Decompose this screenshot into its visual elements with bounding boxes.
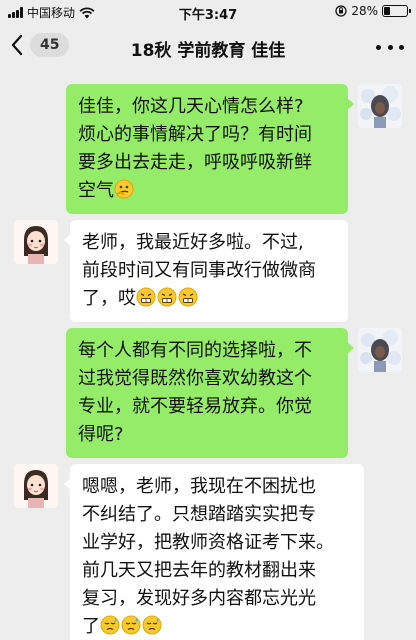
message-bubble[interactable]: 每个人都有不同的选择啦，不 过我觉得既然你喜欢幼教这个 专业，就不要轻易放弃。你… — [66, 328, 354, 458]
message-line: 专业，就不要轻易放弃。你觉 — [78, 396, 312, 417]
rotation-lock-icon — [335, 5, 347, 17]
student-avatar-image — [14, 220, 58, 264]
battery-icon — [382, 5, 411, 17]
battery-level — [384, 7, 391, 15]
message-line: 得呢? — [78, 424, 124, 445]
message-bubble[interactable]: 佳佳，你这几天心情怎么样? 烦心的事情解决了吗？有时间 要多出去走走，呼吸呼吸新… — [66, 84, 354, 214]
nav-bar: 45 18秋 学前教育 佳佳 — [0, 24, 416, 70]
message-line: 了 — [82, 616, 100, 637]
message-bubble[interactable]: 嗯嗯，老师，我现在不困扰也 不纠结了。只想踏踏实实把专 业学好，把教师资格证考下… — [64, 464, 364, 640]
message-line: 嗯嗯，老师，我现在不困扰也 — [82, 476, 316, 497]
chat-title: 18秋 学前教育 佳佳 — [130, 41, 286, 61]
thinking-emoji-icon — [114, 179, 134, 199]
more-options-button[interactable] — [376, 38, 404, 56]
message-line: 老师，我最近好多啦。不过, — [82, 232, 304, 253]
message-bubble[interactable]: 老师，我最近好多啦。不过, 前段时间又有同事改行做微商 了，哎 — [64, 220, 348, 322]
sweat-emoji-icon — [100, 615, 120, 635]
teacher-avatar[interactable] — [358, 328, 402, 372]
message-list[interactable]: 佳佳，你这几天心情怎么样? 烦心的事情解决了吗？有时间 要多出去走走，呼吸呼吸新… — [0, 70, 416, 640]
status-right: 28% — [335, 4, 411, 18]
message-line: 要多出去走走，呼吸呼吸新鲜 — [78, 152, 312, 173]
message-line: 佳佳，你这几天心情怎么样? — [78, 96, 304, 117]
teacher-avatar-image — [358, 84, 402, 128]
message-line: 空气 — [78, 180, 114, 201]
teacher-avatar[interactable] — [358, 84, 402, 128]
grimace-emoji-icon — [136, 287, 156, 307]
teacher-avatar-image — [358, 328, 402, 372]
message-line: 前段时间又有同事改行做微商 — [82, 260, 316, 281]
message-line: 每个人都有不同的选择啦，不 — [78, 340, 312, 361]
sweat-emoji-icon — [142, 615, 162, 635]
message-line: 过我觉得既然你喜欢幼教这个 — [78, 368, 312, 389]
message-line: 了，哎 — [82, 288, 136, 309]
grimace-emoji-icon — [157, 287, 177, 307]
student-avatar-image — [14, 464, 58, 508]
message-line: 业学好，把教师资格证考下来。 — [82, 532, 334, 553]
battery-percent: 28% — [351, 4, 378, 18]
message-line: 烦心的事情解决了吗？有时间 — [78, 124, 312, 145]
grimace-emoji-icon — [178, 287, 198, 307]
message-line: 不纠结了。只想踏踏实实把专 — [82, 504, 316, 525]
message-line: 前几天又把去年的教材翻出来 — [82, 560, 316, 581]
status-bar: 中国移动 下午3:47 28% — [0, 0, 416, 24]
message-line: 复习，发现好多内容都忘光光 — [82, 588, 316, 609]
sweat-emoji-icon — [121, 615, 141, 635]
student-avatar[interactable] — [14, 220, 58, 264]
student-avatar[interactable] — [14, 464, 58, 508]
